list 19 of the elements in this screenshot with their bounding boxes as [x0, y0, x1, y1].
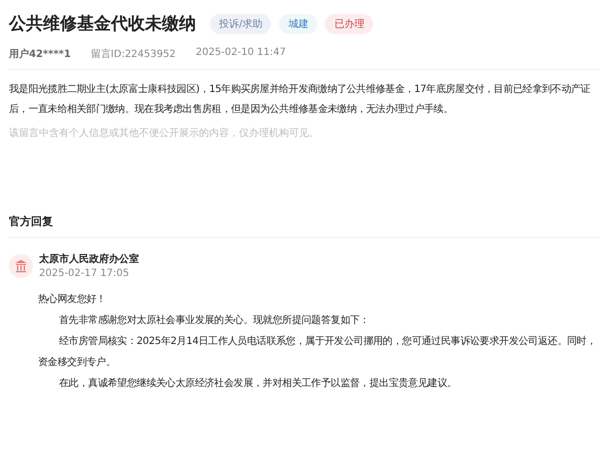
- post-time: 2025-02-10 11:47: [196, 47, 286, 60]
- page-title: 公共维修基金代收未缴纳: [9, 13, 196, 35]
- tag: 已办理: [325, 14, 374, 34]
- tag: 投诉/求助: [210, 14, 272, 34]
- message-text: 后，一直未给相关部门缴纳。现在我考虑出售房租，但是因为公共维修基金未缴纳，无法办理过户手续。: [9, 102, 454, 117]
- reply-text: 首先非常感谢您对太原社会事业发展的关心。现就您所提问题答复如下：: [58, 314, 370, 328]
- message-text: 我是阳光揽胜二期业主(太原富士康科技园区)，15年购买房屋并给开发商缴纳了公共维修基金，17年底房屋交付，目前已经拿到不动产证: [9, 82, 592, 97]
- tag: 城建: [279, 14, 318, 34]
- message-id: 留言ID:22453952: [90, 48, 176, 61]
- reply-text: 热心网友您好！: [38, 292, 107, 307]
- office-name: 太原市人民政府办公室: [39, 252, 139, 266]
- user-name: 用户42****1: [9, 47, 71, 61]
- reply-time: 2025-02-17 17:05: [39, 268, 130, 279]
- building-icon: [9, 254, 33, 278]
- reply-text: 资金移交到专户。: [38, 356, 117, 370]
- section-heading: 官方回复: [9, 214, 54, 229]
- privacy-note: 该留言中含有个人信息或其他不便公开展示的内容，仅办理机构可见。: [9, 126, 320, 140]
- reply-text: 在此，真诚希望您继续关心太原经济社会发展，并对相关工作予以监督，提出宝贵意见建议。: [58, 376, 458, 391]
- reply-text: 经市房管局核实：2025年2月14日工作人员电话联系您，属于开发公司挪用的，您可通过民事诉讼要求开发公司返还。同时，: [58, 334, 598, 349]
